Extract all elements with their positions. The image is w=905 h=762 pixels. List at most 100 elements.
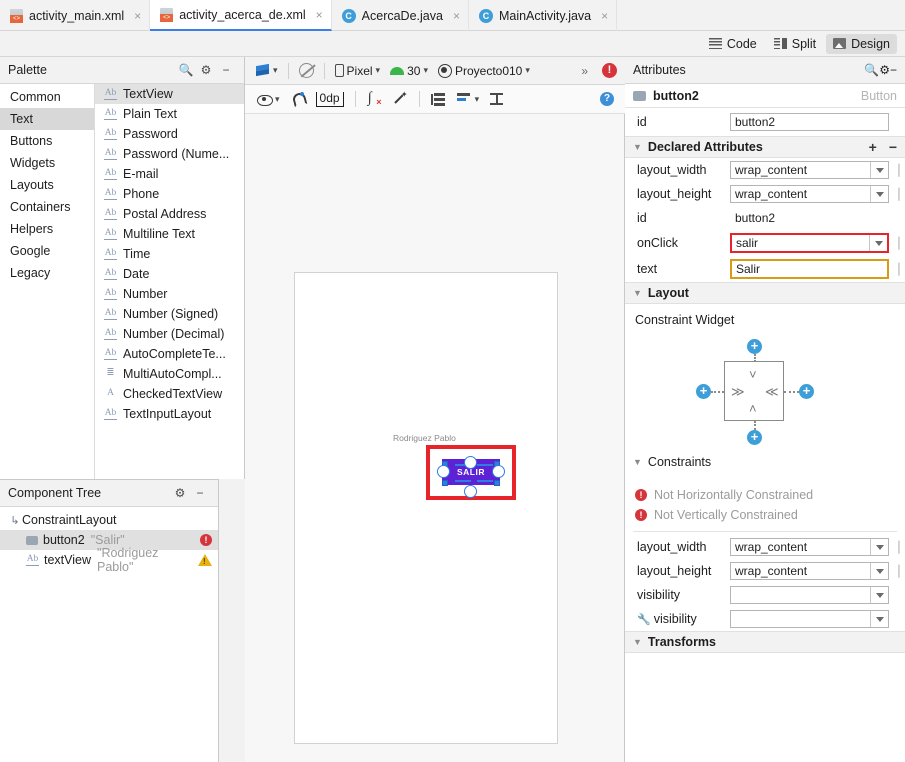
- search-icon[interactable]: 🔍: [864, 63, 879, 77]
- palette-item-checkedtextview[interactable]: A CheckedTextView: [95, 384, 244, 404]
- layers-button[interactable]: ▾: [251, 62, 282, 80]
- search-icon[interactable]: 🔍: [176, 63, 196, 77]
- gear-icon[interactable]: ⚙: [196, 63, 216, 77]
- tab-acercade-java[interactable]: C AcercaDe.java ×: [332, 0, 469, 31]
- help-icon[interactable]: ?: [600, 92, 614, 106]
- constraint-anchor-right[interactable]: [492, 465, 505, 478]
- palette-item-password[interactable]: Ab Password: [95, 124, 244, 144]
- layout-height-combo[interactable]: wrap_content: [730, 185, 889, 203]
- palette-category-buttons[interactable]: Buttons: [0, 130, 94, 152]
- palette-category-legacy[interactable]: Legacy: [0, 262, 94, 284]
- close-icon[interactable]: ×: [601, 9, 608, 23]
- minimize-icon[interactable]: −: [890, 63, 897, 77]
- onclick-combo[interactable]: salir: [730, 233, 889, 253]
- constraints-layout-width-combo[interactable]: wrap_content: [730, 538, 889, 556]
- declared-attributes-section-header[interactable]: ▼ Declared Attributes + −: [625, 136, 905, 158]
- tools-visibility-combo[interactable]: [730, 610, 889, 628]
- chevron-down-icon[interactable]: [870, 563, 888, 579]
- transforms-section-header[interactable]: ▼ Transforms: [625, 631, 905, 653]
- tab-activity-acerca-de-xml[interactable]: activity_acerca_de.xml ×: [150, 0, 332, 31]
- constraints-section-header[interactable]: ▼ Constraints: [625, 451, 905, 473]
- constraint-anchor-left[interactable]: [437, 465, 450, 478]
- tree-row-textview[interactable]: Ab textView "Rodriguez Pablo": [0, 546, 218, 574]
- layout-width-combo[interactable]: wrap_content: [730, 161, 889, 179]
- palette-item-email[interactable]: Ab E-mail: [95, 164, 244, 184]
- api-selector[interactable]: 30 ▾: [386, 62, 432, 80]
- pin-icon[interactable]: ⎮: [893, 188, 905, 201]
- palette-item-textview[interactable]: Ab TextView: [95, 84, 244, 104]
- chevron-down-icon[interactable]: [869, 235, 887, 251]
- palette-category-helpers[interactable]: Helpers: [0, 218, 94, 240]
- palette-category-text[interactable]: Text: [0, 108, 94, 130]
- palette-item-password-numeric[interactable]: Ab Password (Nume...: [95, 144, 244, 164]
- close-icon[interactable]: ×: [316, 8, 323, 22]
- default-margin-button[interactable]: 0dp: [312, 90, 348, 109]
- palette-item-phone[interactable]: Ab Phone: [95, 184, 244, 204]
- view-options-button[interactable]: ▾: [253, 92, 284, 107]
- toolbar-overflow-button[interactable]: »: [581, 64, 588, 78]
- tree-row-constraintlayout[interactable]: ↳ ConstraintLayout: [0, 510, 218, 530]
- height-collapse-chevron-icon[interactable]: ˄: [749, 401, 757, 416]
- pin-icon[interactable]: ⎮: [893, 565, 905, 578]
- infer-constraints-button[interactable]: [389, 90, 412, 108]
- baseline-button[interactable]: [486, 91, 509, 108]
- add-right-constraint-button[interactable]: +: [799, 384, 814, 399]
- palette-category-containers[interactable]: Containers: [0, 196, 94, 218]
- id-input[interactable]: button2: [730, 113, 889, 131]
- design-canvas[interactable]: 🔧 Rodriguez Pablo SALIR ✋: [245, 114, 625, 762]
- remove-attribute-button[interactable]: −: [889, 139, 897, 155]
- chevron-down-icon[interactable]: [870, 539, 888, 555]
- palette-item-number-decimal[interactable]: Ab Number (Decimal): [95, 324, 244, 344]
- palette-category-layouts[interactable]: Layouts: [0, 174, 94, 196]
- constraints-layout-height-combo[interactable]: wrap_content: [730, 562, 889, 580]
- chevron-down-icon[interactable]: [870, 587, 888, 603]
- constraint-widget[interactable]: + + + + ˅ ˄ ≫ ≪: [625, 329, 905, 451]
- blueprint-mode-button[interactable]: [295, 61, 318, 80]
- layout-section-header[interactable]: ▼ Layout: [625, 282, 905, 304]
- resize-handle-bottom-right[interactable]: [494, 480, 500, 486]
- palette-item-autocompletetextview[interactable]: Ab AutoCompleteTe...: [95, 344, 244, 364]
- chevron-down-icon[interactable]: [870, 162, 888, 178]
- declared-id-input[interactable]: button2: [730, 209, 889, 227]
- width-expand-chevron-icon[interactable]: ≫: [731, 384, 745, 400]
- minimize-icon[interactable]: −: [190, 486, 210, 500]
- add-left-constraint-button[interactable]: +: [696, 384, 711, 399]
- device-preview-frame[interactable]: Rodriguez Pablo SALIR: [294, 272, 558, 744]
- constraint-anchor-top[interactable]: [464, 456, 477, 469]
- close-icon[interactable]: ×: [134, 9, 141, 23]
- visibility-combo[interactable]: [730, 586, 889, 604]
- palette-item-multiline-text[interactable]: Ab Multiline Text: [95, 224, 244, 244]
- pin-icon[interactable]: ⎮: [893, 164, 905, 177]
- canvas-textview-widget[interactable]: Rodriguez Pablo: [393, 433, 456, 443]
- mode-code-button[interactable]: Code: [702, 34, 764, 54]
- mode-design-button[interactable]: Design: [826, 33, 897, 54]
- chevron-down-icon[interactable]: [870, 186, 888, 202]
- guidelines-button[interactable]: [427, 91, 450, 108]
- add-attribute-button[interactable]: +: [869, 139, 877, 155]
- align-button[interactable]: ▾: [453, 91, 484, 108]
- palette-item-time[interactable]: Ab Time: [95, 244, 244, 264]
- palette-item-number[interactable]: Ab Number: [95, 284, 244, 304]
- add-bottom-constraint-button[interactable]: +: [747, 430, 762, 445]
- autoconnect-button[interactable]: [287, 90, 309, 108]
- error-icon[interactable]: !: [602, 63, 617, 78]
- constraint-anchor-bottom[interactable]: [464, 485, 477, 498]
- close-icon[interactable]: ×: [453, 9, 460, 23]
- palette-item-multiautocompletetextview[interactable]: ≣ MultiAutoCompl...: [95, 364, 244, 384]
- palette-item-postal-address[interactable]: Ab Postal Address: [95, 204, 244, 224]
- pin-icon[interactable]: ⎮: [893, 263, 905, 276]
- resize-handle-bottom-left[interactable]: [442, 480, 448, 486]
- palette-category-widgets[interactable]: Widgets: [0, 152, 94, 174]
- palette-category-common[interactable]: Common: [0, 86, 94, 108]
- add-top-constraint-button[interactable]: +: [747, 339, 762, 354]
- pin-icon[interactable]: ⎮: [893, 541, 905, 554]
- gear-icon[interactable]: ⚙: [879, 63, 890, 77]
- mode-split-button[interactable]: Split: [767, 34, 823, 54]
- chevron-down-icon[interactable]: [870, 611, 888, 627]
- tab-activity-main-xml[interactable]: activity_main.xml ×: [0, 0, 151, 31]
- palette-category-google[interactable]: Google: [0, 240, 94, 262]
- text-input[interactable]: Salir: [730, 259, 889, 279]
- gear-icon[interactable]: ⚙: [170, 486, 190, 500]
- palette-item-textinputlayout[interactable]: Ab TextInputLayout: [95, 404, 244, 424]
- minimize-icon[interactable]: −: [216, 63, 236, 77]
